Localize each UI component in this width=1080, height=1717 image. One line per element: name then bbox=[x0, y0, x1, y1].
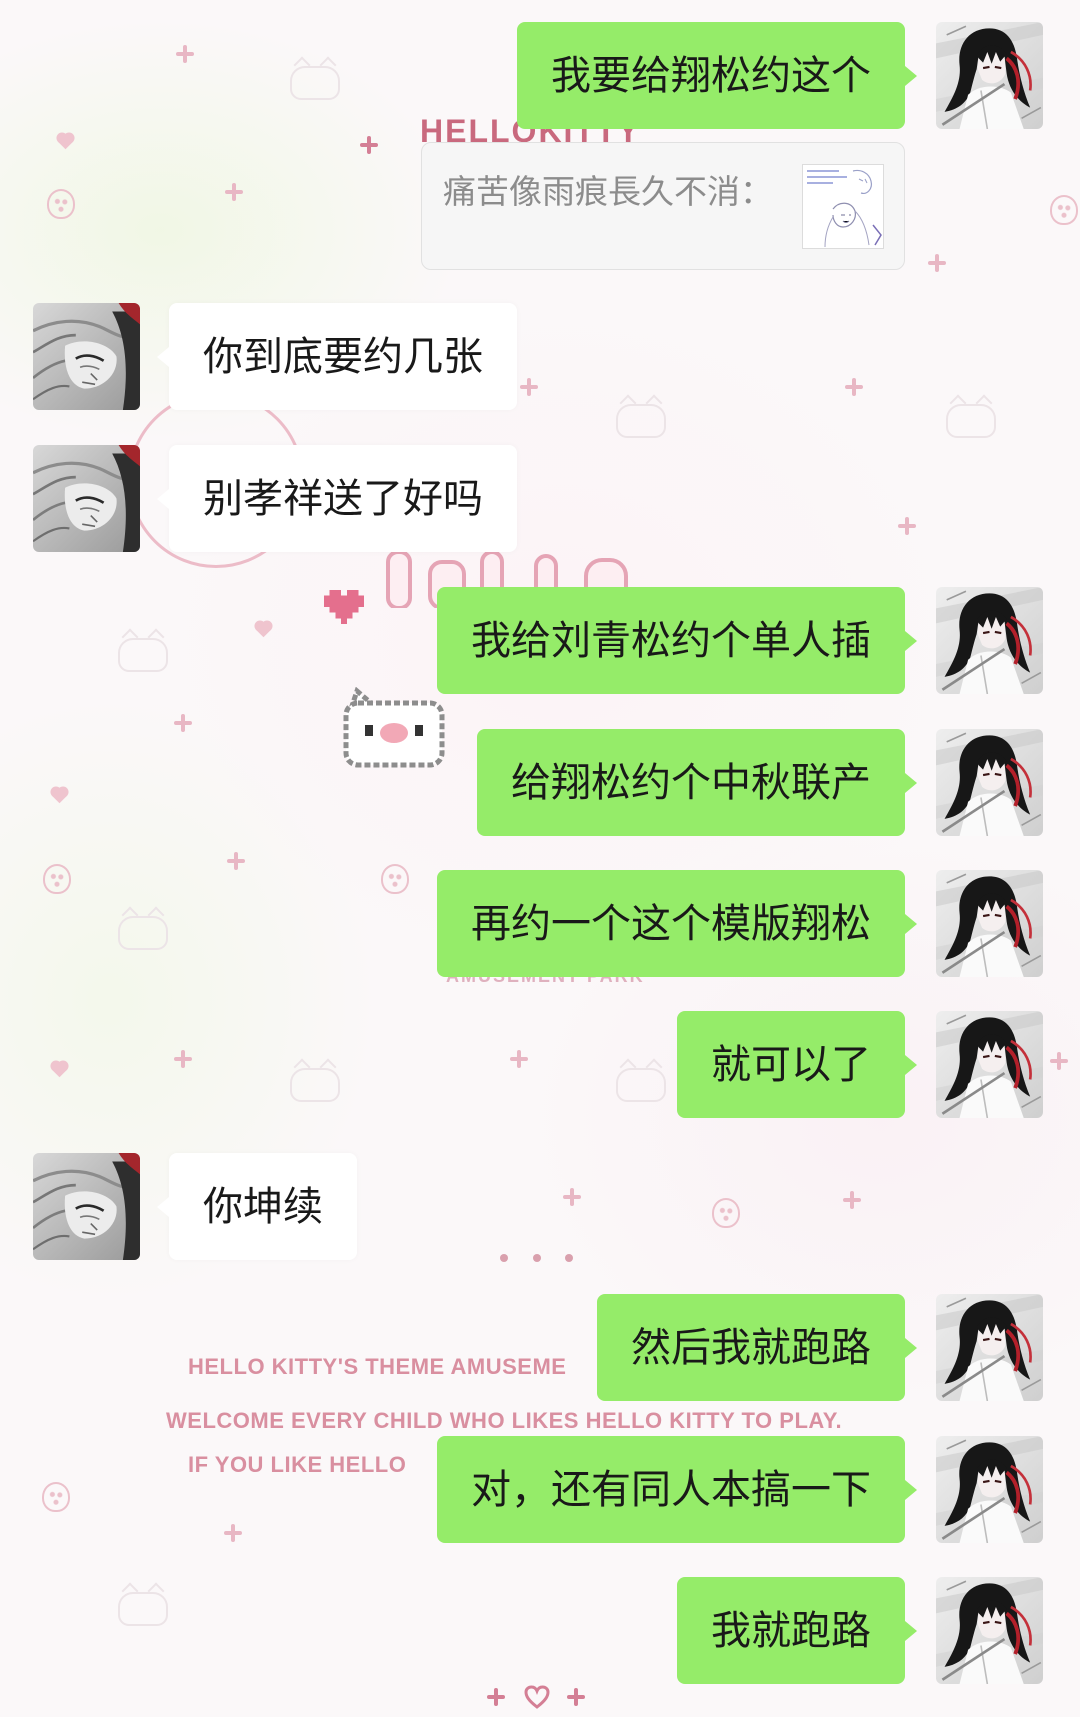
message-bubble-sent[interactable]: 再约一个这个模版翔松 bbox=[437, 870, 917, 977]
message-text: 别孝祥送了好吗 bbox=[203, 475, 483, 522]
message-text: 再约一个这个模版翔松 bbox=[471, 900, 871, 947]
quoted-message-card[interactable]: 痛苦像雨痕長久不消： bbox=[421, 142, 905, 270]
my-avatar-icon[interactable] bbox=[936, 729, 1043, 836]
message-text: 对，还有同人本搞一下 bbox=[471, 1466, 871, 1513]
message-row-sent: 给翔松约个中秋联产 bbox=[0, 729, 1080, 836]
message-text: 我要给翔松约这个 bbox=[551, 52, 871, 99]
message-bubble-received[interactable]: 你坤续 bbox=[157, 1153, 357, 1260]
message-text: 给翔松约个中秋联产 bbox=[511, 759, 871, 806]
message-bubble-sent[interactable]: 我给刘青松约个单人插 bbox=[437, 587, 917, 694]
message-row-sent: 然后我就跑路 bbox=[0, 1294, 1080, 1401]
message-text: 你到底要约几张 bbox=[203, 333, 483, 380]
my-avatar-icon[interactable] bbox=[936, 22, 1043, 129]
message-bubble-sent[interactable]: 我就跑路 bbox=[677, 1577, 917, 1684]
contact-avatar-icon[interactable] bbox=[33, 445, 140, 552]
message-bubble-received[interactable]: 别孝祥送了好吗 bbox=[157, 445, 517, 552]
message-text: 你坤续 bbox=[203, 1183, 323, 1230]
chat-message-list[interactable]: 我要给翔松约这个 痛苦像雨痕長久不消： 你到底要约几张 别孝祥送了好吗 我给刘青… bbox=[0, 0, 1080, 1717]
message-text: 我给刘青松约个单人插 bbox=[471, 617, 871, 664]
my-avatar-icon[interactable] bbox=[936, 1294, 1043, 1401]
my-avatar-icon[interactable] bbox=[936, 587, 1043, 694]
contact-avatar-icon[interactable] bbox=[33, 1153, 140, 1260]
my-avatar-icon[interactable] bbox=[936, 1577, 1043, 1684]
message-bubble-sent[interactable]: 对，还有同人本搞一下 bbox=[437, 1436, 917, 1543]
message-text: 我就跑路 bbox=[711, 1607, 871, 1654]
my-avatar-icon[interactable] bbox=[936, 870, 1043, 977]
message-row-sent: 我就跑路 bbox=[0, 1577, 1080, 1684]
my-avatar-icon[interactable] bbox=[936, 1436, 1043, 1543]
message-row-received: 你坤续 bbox=[0, 1153, 1080, 1260]
my-avatar-icon[interactable] bbox=[936, 1011, 1043, 1118]
contact-avatar-icon[interactable] bbox=[33, 303, 140, 410]
message-row-received: 别孝祥送了好吗 bbox=[0, 445, 1080, 552]
message-bubble-sent[interactable]: 我要给翔松约这个 bbox=[517, 22, 917, 129]
message-bubble-sent[interactable]: 给翔松约个中秋联产 bbox=[477, 729, 917, 836]
message-bubble-sent[interactable]: 然后我就跑路 bbox=[597, 1294, 917, 1401]
message-row-sent: 对，还有同人本搞一下 bbox=[0, 1436, 1080, 1543]
message-bubble-received[interactable]: 你到底要约几张 bbox=[157, 303, 517, 410]
message-text: 然后我就跑路 bbox=[631, 1324, 871, 1371]
message-row-sent: 就可以了 bbox=[0, 1011, 1080, 1118]
message-row-sent: 我给刘青松约个单人插 bbox=[0, 587, 1080, 694]
sketch-image-thumbnail-icon[interactable] bbox=[802, 164, 884, 249]
message-bubble-sent[interactable]: 就可以了 bbox=[677, 1011, 917, 1118]
message-row-received: 你到底要约几张 bbox=[0, 303, 1080, 410]
message-text: 就可以了 bbox=[711, 1041, 871, 1088]
quoted-message-text: 痛苦像雨痕長久不消： bbox=[443, 172, 773, 211]
message-row-sent: 我要给翔松约这个 bbox=[0, 22, 1080, 129]
message-row-sent: 再约一个这个模版翔松 bbox=[0, 870, 1080, 977]
